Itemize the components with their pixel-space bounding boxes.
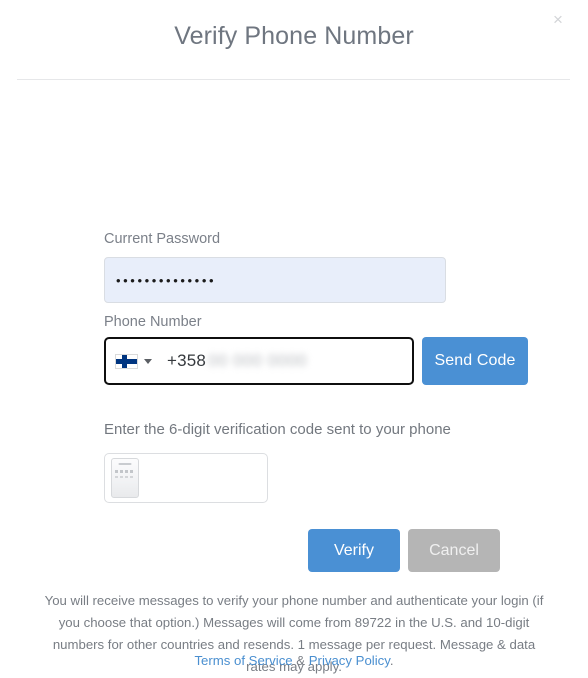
country-dial-code: +358 [167,351,207,370]
sms-autofill-phone-icon [111,458,139,498]
footer-links: Terms of Service & Privacy Policy. [38,650,550,672]
current-password-label: Current Password [104,231,221,247]
verification-code-field[interactable] [139,454,267,502]
cancel-button[interactable]: Cancel [408,529,500,572]
verify-button[interactable]: Verify [308,529,400,572]
links-period: . [389,653,394,668]
country-code-select[interactable] [115,353,152,369]
close-icon[interactable]: × [549,11,567,29]
verification-code-input[interactable] [104,453,268,503]
links-separator: & [292,653,309,668]
send-code-button[interactable]: Send Code [422,337,528,385]
phone-number-redacted: 00 000 0000 [208,351,308,370]
verification-code-label: Enter the 6-digit verification code sent… [104,421,451,438]
phone-number-label: Phone Number [104,314,202,330]
verify-phone-number-modal: Verify Phone Number × Current Password P… [0,0,588,674]
terms-of-service-link[interactable]: Terms of Service [194,653,292,668]
phone-number-input[interactable]: +358 00 000 0000 [104,337,414,385]
page-title: Verify Phone Number [174,22,414,50]
modal-header: Verify Phone Number × [0,0,588,80]
current-password-field[interactable] [104,257,446,303]
chevron-down-icon [144,358,152,364]
privacy-policy-link[interactable]: Privacy Policy [309,653,390,668]
finland-flag-icon [115,353,138,369]
header-divider [17,79,570,80]
phone-number-value: +358 00 000 0000 [167,351,307,371]
